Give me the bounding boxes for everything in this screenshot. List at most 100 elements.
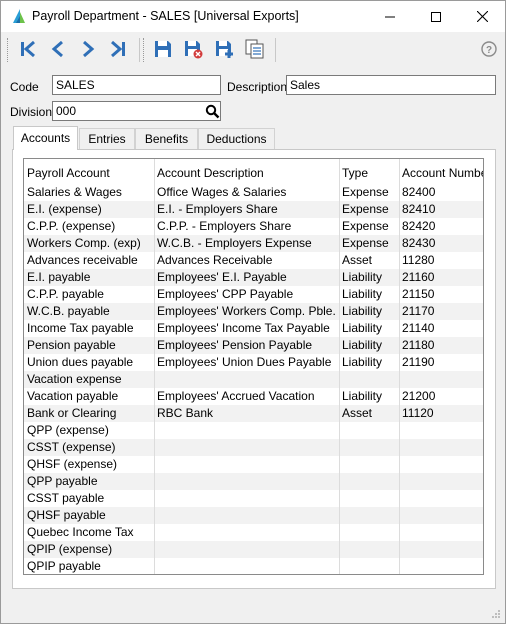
cell-account-description[interactable]: Employees' Workers Comp. Pble. xyxy=(154,303,339,320)
cell-type[interactable] xyxy=(339,422,399,439)
toolbar-grip[interactable] xyxy=(7,38,9,62)
minimize-button[interactable] xyxy=(367,1,413,32)
cell-payroll-account[interactable]: Vacation payable xyxy=(24,388,154,405)
next-record-button[interactable] xyxy=(75,36,101,62)
cell-type[interactable] xyxy=(339,558,399,574)
table-row[interactable]: Income Tax payable Employees' Income Tax … xyxy=(24,320,483,337)
cell-payroll-account[interactable]: Workers Comp. (exp) xyxy=(24,235,154,252)
cell-type[interactable]: Expense xyxy=(339,201,399,218)
cell-account-number[interactable]: 11120 xyxy=(399,405,483,422)
cell-type[interactable]: Asset xyxy=(339,252,399,269)
cell-account-number[interactable] xyxy=(399,541,483,558)
cell-account-description[interactable]: RBC Bank xyxy=(154,405,339,422)
cell-type[interactable]: Liability xyxy=(339,388,399,405)
table-row[interactable]: Salaries & Wages Office Wages & Salaries E… xyxy=(24,184,483,201)
cell-type[interactable] xyxy=(339,541,399,558)
cell-type[interactable]: Expense xyxy=(339,235,399,252)
cell-account-number[interactable] xyxy=(399,473,483,490)
cell-account-number[interactable]: 21180 xyxy=(399,337,483,354)
tab-benefits[interactable]: Benefits xyxy=(135,128,198,149)
cell-type[interactable] xyxy=(339,473,399,490)
table-row[interactable]: CSST payable xyxy=(24,490,483,507)
cell-payroll-account[interactable]: CSST (expense) xyxy=(24,439,154,456)
cell-type[interactable]: Liability xyxy=(339,286,399,303)
resize-grip-icon[interactable] xyxy=(491,609,501,619)
cell-account-number[interactable]: 82420 xyxy=(399,218,483,235)
cell-account-number[interactable]: 82430 xyxy=(399,235,483,252)
save-button[interactable] xyxy=(150,36,176,62)
cell-account-description[interactable] xyxy=(154,524,339,541)
cell-type[interactable] xyxy=(339,439,399,456)
cell-account-number[interactable]: 21170 xyxy=(399,303,483,320)
cell-payroll-account[interactable]: QPP (expense) xyxy=(24,422,154,439)
cell-account-description[interactable]: Employees' CPP Payable xyxy=(154,286,339,303)
last-record-button[interactable] xyxy=(105,36,131,62)
cell-type[interactable]: Expense xyxy=(339,218,399,235)
table-row[interactable]: QPP (expense) xyxy=(24,422,483,439)
cell-payroll-account[interactable]: Quebec Income Tax xyxy=(24,524,154,541)
table-row[interactable]: E.I. (expense) E.I. - Employers Share Expe… xyxy=(24,201,483,218)
table-row[interactable]: QPIP payable xyxy=(24,558,483,574)
cell-account-description[interactable] xyxy=(154,422,339,439)
cell-account-description[interactable] xyxy=(154,371,339,388)
cell-payroll-account[interactable]: QPIP payable xyxy=(24,558,154,574)
cell-type[interactable] xyxy=(339,456,399,473)
cell-account-number[interactable] xyxy=(399,524,483,541)
table-row[interactable]: QPP payable xyxy=(24,473,483,490)
column-header-account-number[interactable]: Account Number xyxy=(399,162,483,184)
cell-account-number[interactable]: 82410 xyxy=(399,201,483,218)
cell-account-number[interactable] xyxy=(399,490,483,507)
table-row[interactable]: Advances receivable Advances Receivable As… xyxy=(24,252,483,269)
cell-account-number[interactable]: 11280 xyxy=(399,252,483,269)
table-row[interactable]: CSST (expense) xyxy=(24,439,483,456)
cell-payroll-account[interactable]: Union dues payable xyxy=(24,354,154,371)
cell-payroll-account[interactable]: Advances receivable xyxy=(24,252,154,269)
close-button[interactable] xyxy=(459,1,505,32)
toolbar-grip[interactable] xyxy=(143,38,145,62)
column-header-type[interactable]: Type xyxy=(339,162,399,184)
division-lookup-button[interactable] xyxy=(203,102,221,120)
cell-account-description[interactable] xyxy=(154,473,339,490)
table-row[interactable]: QHSF payable xyxy=(24,507,483,524)
table-row[interactable]: C.P.P. (expense) C.P.P. - Employers Share… xyxy=(24,218,483,235)
table-row[interactable]: Vacation payable Employees' Accrued Vacat… xyxy=(24,388,483,405)
cell-account-description[interactable]: Employees' Union Dues Payable xyxy=(154,354,339,371)
cell-account-description[interactable]: Advances Receivable xyxy=(154,252,339,269)
cell-type[interactable]: Liability xyxy=(339,320,399,337)
cell-payroll-account[interactable]: C.P.P. payable xyxy=(24,286,154,303)
column-header-account-description[interactable]: Account Description xyxy=(154,162,339,184)
copy-record-button[interactable] xyxy=(242,36,268,62)
cell-account-number[interactable]: 82400 xyxy=(399,184,483,201)
cell-payroll-account[interactable]: QHSF (expense) xyxy=(24,456,154,473)
cell-account-number[interactable]: 21200 xyxy=(399,388,483,405)
cell-account-number[interactable] xyxy=(399,456,483,473)
table-row[interactable]: Quebec Income Tax xyxy=(24,524,483,541)
cell-payroll-account[interactable]: W.C.B. payable xyxy=(24,303,154,320)
cell-payroll-account[interactable]: Income Tax payable xyxy=(24,320,154,337)
cell-payroll-account[interactable]: QPP payable xyxy=(24,473,154,490)
cell-payroll-account[interactable]: C.P.P. (expense) xyxy=(24,218,154,235)
cell-payroll-account[interactable]: E.I. (expense) xyxy=(24,201,154,218)
cell-account-description[interactable]: C.P.P. - Employers Share xyxy=(154,218,339,235)
tab-deductions[interactable]: Deductions xyxy=(198,128,275,149)
table-row[interactable]: Bank or Clearing RBC Bank Asset 11120 xyxy=(24,405,483,422)
cell-account-description[interactable]: Employees' Accrued Vacation xyxy=(154,388,339,405)
maximize-button[interactable] xyxy=(413,1,459,32)
cell-account-number[interactable]: 21150 xyxy=(399,286,483,303)
cell-type[interactable] xyxy=(339,507,399,524)
table-row[interactable]: Pension payable Employees' Pension Payabl… xyxy=(24,337,483,354)
cell-payroll-account[interactable]: Bank or Clearing xyxy=(24,405,154,422)
save-new-button[interactable] xyxy=(211,36,237,62)
table-row[interactable]: QPIP (expense) xyxy=(24,541,483,558)
table-row[interactable]: E.I. payable Employees' E.I. Payable Liabi… xyxy=(24,269,483,286)
division-input[interactable]: 000 xyxy=(52,101,221,121)
tab-accounts[interactable]: Accounts xyxy=(13,126,78,150)
cell-account-description[interactable]: Employees' Income Tax Payable xyxy=(154,320,339,337)
cell-account-description[interactable] xyxy=(154,439,339,456)
table-row[interactable]: Workers Comp. (exp) W.C.B. - Employers Ex… xyxy=(24,235,483,252)
description-input[interactable]: Sales xyxy=(286,75,496,95)
cell-type[interactable]: Liability xyxy=(339,303,399,320)
code-input[interactable]: SALES xyxy=(52,75,221,95)
cell-account-number[interactable] xyxy=(399,371,483,388)
cell-account-description[interactable] xyxy=(154,490,339,507)
